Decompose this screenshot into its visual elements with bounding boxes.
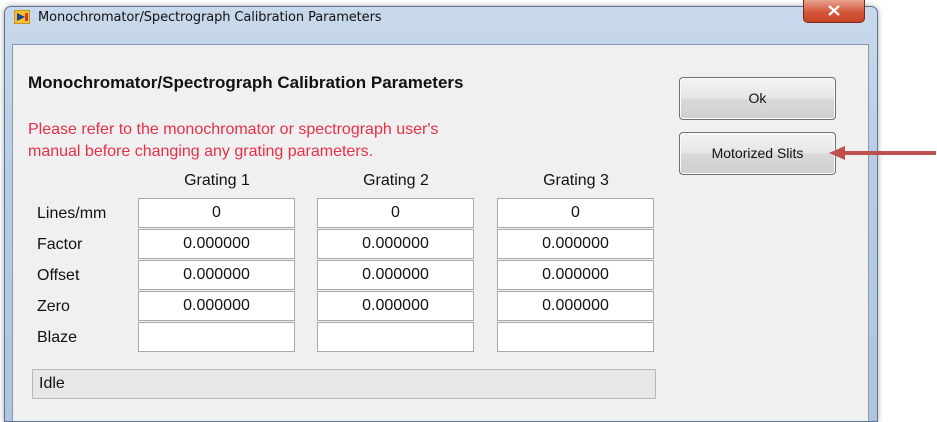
row-label-offset: Offset [37, 267, 80, 284]
zero-grating-2-field[interactable]: 0.000000 [317, 291, 474, 321]
row-label-zero: Zero [37, 298, 70, 315]
dialog-heading: Monochromator/Spectrograph Calibration P… [28, 73, 464, 92]
row-label-lines-mm: Lines/mm [37, 205, 107, 222]
ok-button[interactable]: Ok [679, 77, 836, 120]
close-icon [828, 5, 840, 16]
lines-mm-grating-1-field[interactable]: 0 [138, 198, 295, 228]
window-title: Monochromator/Spectrograph Calibration P… [38, 10, 382, 25]
row-label-factor: Factor [37, 236, 83, 253]
status-indicator: Idle [32, 369, 656, 399]
factor-grating-3-field[interactable]: 0.000000 [497, 229, 654, 259]
column-header-grating-1: Grating 1 [184, 172, 250, 189]
lines-mm-grating-3-field[interactable]: 0 [497, 198, 654, 228]
offset-grating-2-field[interactable]: 0.000000 [317, 260, 474, 290]
blaze-grating-2-field[interactable] [317, 322, 474, 352]
warning-line-2: manual before changing any grating param… [28, 143, 374, 160]
close-button[interactable] [803, 0, 865, 23]
factor-grating-1-field[interactable]: 0.000000 [138, 229, 295, 259]
offset-grating-3-field[interactable]: 0.000000 [497, 260, 654, 290]
blaze-grating-1-field[interactable] [138, 322, 295, 352]
column-header-grating-3: Grating 3 [543, 172, 609, 189]
motorized-slits-button[interactable]: Motorized Slits [679, 132, 836, 175]
offset-grating-1-field[interactable]: 0.000000 [138, 260, 295, 290]
lines-mm-grating-2-field[interactable]: 0 [317, 198, 474, 228]
row-label-blaze: Blaze [37, 329, 78, 346]
warning-text: Please refer to the monochromator or spe… [28, 119, 648, 163]
zero-grating-3-field[interactable]: 0.000000 [497, 291, 654, 321]
annotation-arrow-icon [829, 145, 937, 166]
zero-grating-1-field[interactable]: 0.000000 [138, 291, 295, 321]
labview-app-icon [13, 9, 31, 25]
column-header-grating-2: Grating 2 [363, 172, 429, 189]
warning-line-1: Please refer to the monochromator or spe… [28, 121, 439, 138]
blaze-grating-3-field[interactable] [497, 322, 654, 352]
factor-grating-2-field[interactable]: 0.000000 [317, 229, 474, 259]
